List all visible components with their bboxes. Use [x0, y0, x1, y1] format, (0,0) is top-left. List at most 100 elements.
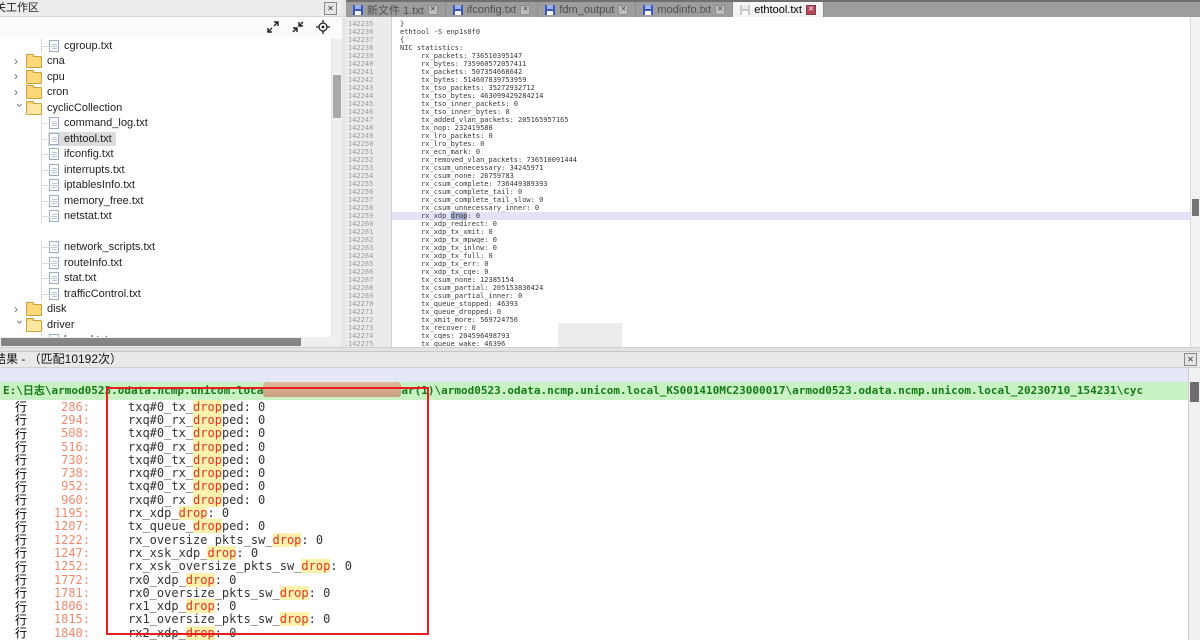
tree-item-interrupts.txt[interactable]: interrupts.txt: [0, 162, 331, 178]
file-tree: cgroup.txt›cna›cpu›cron›cyclicCollection…: [0, 38, 331, 337]
result-row[interactable]: 行1815:rx1_oversize_pkts_sw_drop: 0: [0, 613, 1188, 626]
tree-item-netstat.txt[interactable]: netstat.txt: [0, 209, 331, 225]
tree-item-cpu[interactable]: ›cpu: [0, 69, 331, 85]
result-row[interactable]: 行1840:rx2_xdp_drop: 0: [0, 626, 1188, 639]
result-row[interactable]: 行1781:rx0_oversize_pkts_sw_drop: 0: [0, 586, 1188, 599]
match-highlight: drop: [193, 479, 222, 493]
result-text: rx_xsk_oversize_pkts_sw_drop: 0: [128, 559, 352, 573]
chevron-right-icon[interactable]: ›: [14, 71, 25, 82]
tab-fdm_output[interactable]: fdm_output ✕: [538, 2, 636, 17]
tree-item-cna[interactable]: ›cna: [0, 54, 331, 70]
chevron-down-icon[interactable]: ›: [14, 320, 25, 331]
result-row[interactable]: 行516:rxq#0_rx_dropped: 0: [0, 440, 1188, 453]
folder-icon: [26, 56, 42, 68]
result-line-number: 738:: [35, 466, 90, 480]
locate-file-icon[interactable]: [316, 20, 330, 34]
tab-close-icon[interactable]: ✕: [715, 5, 725, 15]
tree-vertical-scrollbar-thumb[interactable]: [333, 75, 341, 118]
match-highlight: drop: [193, 519, 222, 533]
code-line: tx_recover: 0: [392, 324, 1190, 332]
tree-item-inner: ethtool.txt: [48, 132, 116, 146]
chevron-right-icon[interactable]: ›: [14, 56, 25, 67]
line-number: 142249: [346, 132, 391, 140]
result-line-number: 286:: [35, 400, 90, 414]
results-vertical-scrollbar[interactable]: [1188, 368, 1200, 640]
tree-item-stat.txt[interactable]: stat.txt: [0, 271, 331, 287]
tab-ifconfig.txt[interactable]: ifconfig.txt✕: [446, 2, 539, 17]
tab-modinfo.txt[interactable]: modinfo.txt✕: [636, 2, 733, 17]
file-icon: [49, 133, 59, 145]
result-text: rxq#0_rx_dropped: 0: [128, 413, 265, 427]
result-row[interactable]: 行1247:rx_xsk_xdp_drop: 0: [0, 546, 1188, 559]
result-row[interactable]: 行1772:rx0_xdp_drop: 0: [0, 573, 1188, 586]
chevron-right-icon[interactable]: ›: [14, 304, 25, 315]
chevron-right-icon[interactable]: ›: [14, 87, 25, 98]
tree-item-cyclicCollection[interactable]: ›cyclicCollection: [0, 100, 331, 116]
result-line-number: 1222:: [35, 533, 90, 547]
line-number: 142244: [346, 92, 391, 100]
tree-item-cgroup.txt[interactable]: cgroup.txt: [0, 38, 331, 54]
tree-item-label: network_scripts.txt: [64, 241, 155, 253]
result-text: rx_oversize_pkts_sw_drop: 0: [128, 533, 323, 547]
tree-item-iptablesInfo.txt[interactable]: iptablesInfo.txt: [0, 178, 331, 194]
result-row[interactable]: 行1222:rx_oversize_pkts_sw_drop: 0: [0, 533, 1188, 546]
code-line: rx_packets: 736510395147: [392, 52, 1190, 60]
code-line: rx_xdp_tx_err: 0: [392, 260, 1190, 268]
result-text: tx_queue_dropped: 0: [128, 519, 265, 533]
tree-item-cron[interactable]: ›cron: [0, 85, 331, 101]
editor[interactable]: 1422351422361422371422381422391422401422…: [346, 17, 1190, 347]
tree-item-network_scripts.txt[interactable]: network_scripts.txt: [0, 240, 331, 256]
tree-vertical-scrollbar[interactable]: [331, 38, 342, 337]
result-text: rx_xdp_drop: 0: [128, 506, 229, 520]
editor-vertical-scrollbar-thumb[interactable]: [1192, 199, 1199, 216]
tree-item-driver[interactable]: ›driver: [0, 317, 331, 333]
tree-item-label: trafficControl.txt: [64, 288, 141, 300]
line-number: 142236: [346, 28, 391, 36]
code-line: tx_csum_partial_inner: 0: [392, 292, 1190, 300]
code-line: rx_xdp_tx_inlnw: 0: [392, 244, 1190, 252]
tab-ethtool.txt[interactable]: ethtool.txt✕: [733, 2, 824, 17]
tab-close-icon[interactable]: ✕: [806, 5, 816, 15]
file-icon: [49, 257, 59, 269]
tab-label: fdm_output: [559, 4, 614, 16]
tab-close-icon[interactable]: ✕: [618, 5, 628, 15]
result-row-label: 行: [15, 624, 35, 640]
tree-horizontal-scrollbar-thumb[interactable]: [1, 338, 301, 346]
tab-新文件 1.txt[interactable]: 新文件 1.txt✕: [346, 2, 446, 17]
tree-item-command_log.txt[interactable]: command_log.txt: [0, 116, 331, 132]
result-row[interactable]: 行1195:rx_xdp_drop: 0: [0, 506, 1188, 519]
result-row[interactable]: 行738:rxq#0_rx_dropped: 0: [0, 466, 1188, 479]
collapse-all-icon[interactable]: [291, 20, 305, 34]
tree-item-routeInfo.txt[interactable]: routeInfo.txt: [0, 255, 331, 271]
result-row[interactable]: 行294:rxq#0_rx_dropped: 0: [0, 413, 1188, 426]
code-area[interactable]: }ethtool -S enp1s0f0{NIC statistics: rx_…: [392, 17, 1190, 347]
expand-all-icon[interactable]: [266, 20, 280, 34]
line-number: 142250: [346, 140, 391, 148]
result-text: txq#0_tx_dropped: 0: [128, 479, 265, 493]
result-row[interactable]: 行1806:rx1_xdp_drop: 0: [0, 599, 1188, 612]
result-row[interactable]: 行952:txq#0_tx_dropped: 0: [0, 480, 1188, 493]
match-highlight: drop: [186, 626, 215, 640]
result-row[interactable]: 行1207:tx_queue_dropped: 0: [0, 520, 1188, 533]
result-row[interactable]: 行1252:rx_xsk_oversize_pkts_sw_drop: 0: [0, 560, 1188, 573]
result-row[interactable]: 行730:txq#0_tx_dropped: 0: [0, 453, 1188, 466]
results-close-button[interactable]: ✕: [1184, 353, 1197, 366]
tree-item-trafficControl.txt[interactable]: trafficControl.txt: [0, 286, 331, 302]
workspace-close-button[interactable]: ✕: [324, 2, 337, 15]
tree-item-disk[interactable]: ›disk: [0, 302, 331, 318]
result-row[interactable]: 行960:rxq#0_rx_dropped: 0: [0, 493, 1188, 506]
tree-item-memory_free.txt[interactable]: memory_free.txt: [0, 193, 331, 209]
tree-item-ifconfig.txt[interactable]: ifconfig.txt: [0, 147, 331, 163]
tree-item-ethtool.txt[interactable]: ethtool.txt: [0, 131, 331, 147]
tab-close-icon[interactable]: ✕: [520, 5, 530, 15]
folder-icon: [26, 320, 42, 332]
chevron-down-icon[interactable]: ›: [14, 103, 25, 114]
results-rows: 行286:txq#0_tx_dropped: 0行294:rxq#0_rx_dr…: [0, 400, 1188, 640]
editor-vertical-scrollbar[interactable]: [1190, 17, 1200, 347]
tab-close-icon[interactable]: ✕: [428, 5, 438, 15]
result-row[interactable]: 行508:txq#0_tx_dropped: 0: [0, 427, 1188, 440]
results-vertical-scrollbar-thumb[interactable]: [1190, 382, 1199, 402]
result-row[interactable]: 行286:txq#0_tx_dropped: 0: [0, 400, 1188, 413]
tree-horizontal-scrollbar[interactable]: [0, 337, 342, 347]
file-icon: [49, 164, 59, 176]
